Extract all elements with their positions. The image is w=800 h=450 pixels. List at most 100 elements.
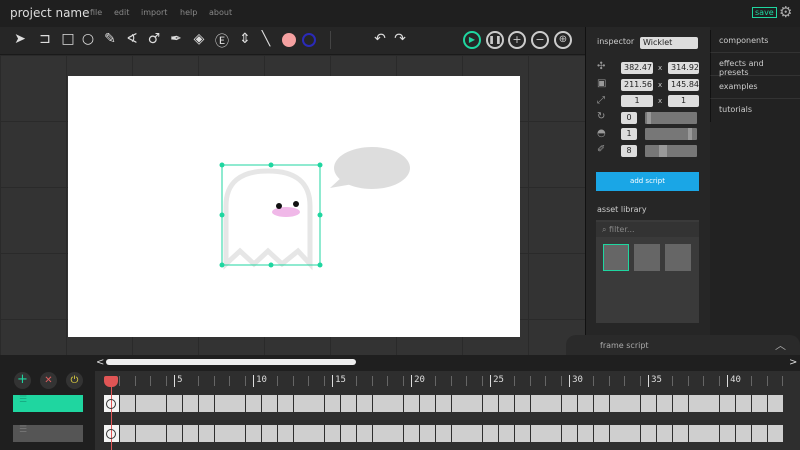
frame-cell[interactable] [673, 425, 688, 442]
eyedropper-tool-icon[interactable]: ♂ [144, 31, 164, 47]
frame-cell[interactable] [720, 395, 735, 412]
zoom-out-button[interactable]: − [531, 31, 549, 49]
frame-cell[interactable] [341, 425, 356, 442]
frame-cell[interactable] [594, 395, 609, 412]
frame-cell[interactable] [183, 425, 198, 442]
frame-cell[interactable] [768, 395, 783, 412]
stroke-color-swatch[interactable] [302, 33, 316, 47]
frame-cell[interactable] [736, 395, 751, 412]
frame-cell[interactable] [183, 395, 198, 412]
frame-cell[interactable] [357, 425, 372, 442]
frame-cell[interactable] [768, 425, 783, 442]
tab-examples[interactable]: examples [710, 76, 800, 99]
canvas[interactable] [68, 76, 520, 337]
width-input[interactable]: 211.56 [621, 79, 653, 91]
height-input[interactable]: 145.84 [668, 79, 699, 91]
frame-cell[interactable] [373, 425, 388, 442]
frame-cell[interactable] [167, 425, 182, 442]
frame-cell[interactable] [657, 425, 672, 442]
frame-cell[interactable] [483, 425, 498, 442]
fill-tool-icon[interactable]: ◈ [189, 31, 209, 47]
opacity-input[interactable]: 1 [621, 128, 637, 140]
asset-filter-input[interactable]: ⌕ filter... [596, 222, 699, 237]
layer-2[interactable]: ☰ [13, 425, 83, 442]
frame-cell[interactable] [657, 395, 672, 412]
zoom-in-button[interactable]: + [508, 31, 526, 49]
pen-tool-icon[interactable]: ✒ [166, 31, 186, 47]
frame-cell[interactable] [215, 425, 230, 442]
frame-cell[interactable] [151, 395, 166, 412]
frame-cell[interactable] [578, 395, 593, 412]
frame-cell[interactable] [704, 425, 719, 442]
transform-tool-icon[interactable]: ⊐ [35, 31, 55, 47]
frame-cell[interactable] [467, 425, 482, 442]
delete-layer-button[interactable]: ✕ [40, 372, 57, 389]
frame-cell[interactable] [515, 425, 530, 442]
chevron-up-icon[interactable]: ︿ [775, 337, 786, 353]
frame-cell[interactable] [515, 395, 530, 412]
undo-icon[interactable]: ↶ [370, 31, 390, 47]
frame-cell[interactable] [752, 395, 767, 412]
frame-script-tab[interactable]: frame script︿ [566, 335, 800, 357]
tab-components[interactable]: components [710, 30, 800, 53]
frame-cell[interactable] [278, 425, 293, 442]
frame-cell[interactable] [452, 395, 467, 412]
frame-cell[interactable] [594, 425, 609, 442]
rectangle-tool-icon[interactable]: □ [58, 31, 78, 47]
gear-icon[interactable]: ⚙ [779, 3, 792, 21]
add-script-button[interactable]: add script [596, 172, 699, 191]
frame-cell[interactable] [294, 425, 309, 442]
recenter-button[interactable]: ⊕ [554, 31, 572, 49]
frame-cell[interactable] [578, 425, 593, 442]
frame-cell[interactable] [420, 425, 435, 442]
frame-cell[interactable] [325, 395, 340, 412]
rotation-slider[interactable] [645, 112, 697, 124]
frame-cell[interactable] [278, 395, 293, 412]
frame-cell[interactable] [230, 395, 245, 412]
x-input[interactable]: 382.47 [621, 62, 653, 74]
scale-x-input[interactable]: 1 [621, 95, 653, 107]
redo-icon[interactable]: ↷ [390, 31, 410, 47]
frame-cell[interactable] [720, 425, 735, 442]
asset-thumbnail[interactable] [634, 244, 660, 271]
frame-cell[interactable] [215, 395, 230, 412]
text-tool-icon[interactable]: Ⓔ [212, 31, 232, 51]
frame-cell[interactable] [341, 395, 356, 412]
stroke-width-slider[interactable] [645, 145, 697, 157]
frame-cell[interactable] [531, 395, 546, 412]
frame-cell[interactable] [562, 425, 577, 442]
frame-cell[interactable] [610, 395, 625, 412]
scroll-left-icon[interactable]: < [96, 357, 104, 368]
frame-cell[interactable] [246, 425, 261, 442]
select-tool-icon[interactable]: ➤ [10, 31, 30, 47]
frame-cell[interactable] [625, 395, 640, 412]
frame-cell[interactable] [673, 395, 688, 412]
keyframe-icon[interactable] [106, 399, 116, 409]
pencil-tool-icon[interactable]: ✎ [100, 31, 120, 47]
y-input[interactable]: 314.92 [668, 62, 699, 74]
frame-cell[interactable] [452, 425, 467, 442]
frame-cell[interactable] [420, 395, 435, 412]
frame-cell[interactable] [546, 425, 561, 442]
menu-file[interactable]: file [90, 8, 102, 17]
asset-thumbnail[interactable] [603, 244, 629, 271]
frame-cell[interactable] [483, 395, 498, 412]
save-button[interactable]: save [752, 7, 777, 18]
object-name-input[interactable]: Wicklet [640, 37, 698, 49]
tab-tutorials[interactable]: tutorials [710, 99, 800, 122]
project-name[interactable]: project name [10, 6, 90, 20]
stroke-width-input[interactable]: 8 [621, 145, 637, 157]
frame-cell[interactable] [167, 395, 182, 412]
frame-cell[interactable] [294, 395, 309, 412]
fill-color-swatch[interactable] [282, 33, 296, 47]
frame-cell[interactable] [120, 425, 135, 442]
frame-cell[interactable] [499, 425, 514, 442]
layer-1[interactable]: ☰ [13, 395, 83, 412]
frame-cell[interactable] [752, 425, 767, 442]
frame-cell[interactable] [309, 425, 324, 442]
frame-cell[interactable] [641, 425, 656, 442]
flip-tool-icon[interactable]: ⇕ [235, 31, 255, 47]
frame-cell[interactable] [562, 395, 577, 412]
frame-cell[interactable] [625, 425, 640, 442]
frame-cell[interactable] [246, 395, 261, 412]
